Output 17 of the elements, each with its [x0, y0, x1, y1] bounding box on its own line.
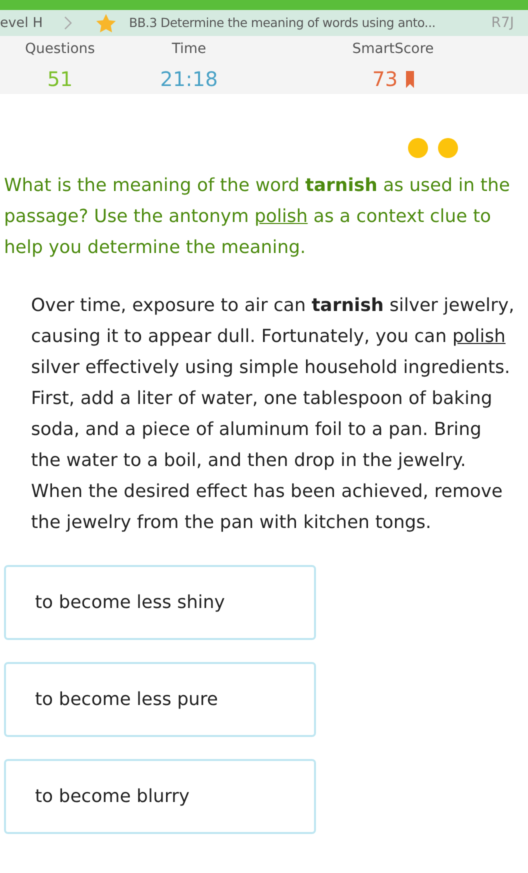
stat-label: Time	[172, 40, 206, 59]
bookmark-icon	[406, 70, 414, 88]
star-icon	[96, 14, 116, 32]
stat-label: Questions	[25, 40, 95, 59]
stat-label: SmartScore	[352, 40, 434, 59]
breadcrumb-link[interactable]: evel H	[0, 12, 64, 34]
timer-value: 21:18	[160, 66, 218, 93]
questions-count: 51	[47, 66, 73, 93]
chevron-right-icon	[64, 16, 72, 30]
smartscore-value: 73	[372, 66, 398, 93]
passage-text: Over time, exposure to air can tarnish silver jewelry, causing it to appear dull. Fortunately, you can polish silver effectively using simple household ingredients. First, add a liter of water, one tablespoon of baking soda, and a piece of aluminum foil to a pan. Bring the water to a boil, and then drop in the jewelry. When the desired effect has been achieved, remove the jewelry from the pan with kitchen tongs.	[30, 294, 516, 535]
answer-choice[interactable]: to become blurry	[4, 759, 316, 834]
answer-choice[interactable]: to become less shiny	[4, 565, 316, 640]
skill-title: BB.3 Determine the meaning of words using anto...	[129, 14, 436, 32]
question-text: What is the meaning of the word tarnish as used in the passage? Use the antonym polish as a context clue to help you determine the meaning.	[3, 174, 511, 260]
answer-choice[interactable]: to become less pure	[4, 662, 316, 737]
skill-code: R7J	[491, 14, 514, 32]
